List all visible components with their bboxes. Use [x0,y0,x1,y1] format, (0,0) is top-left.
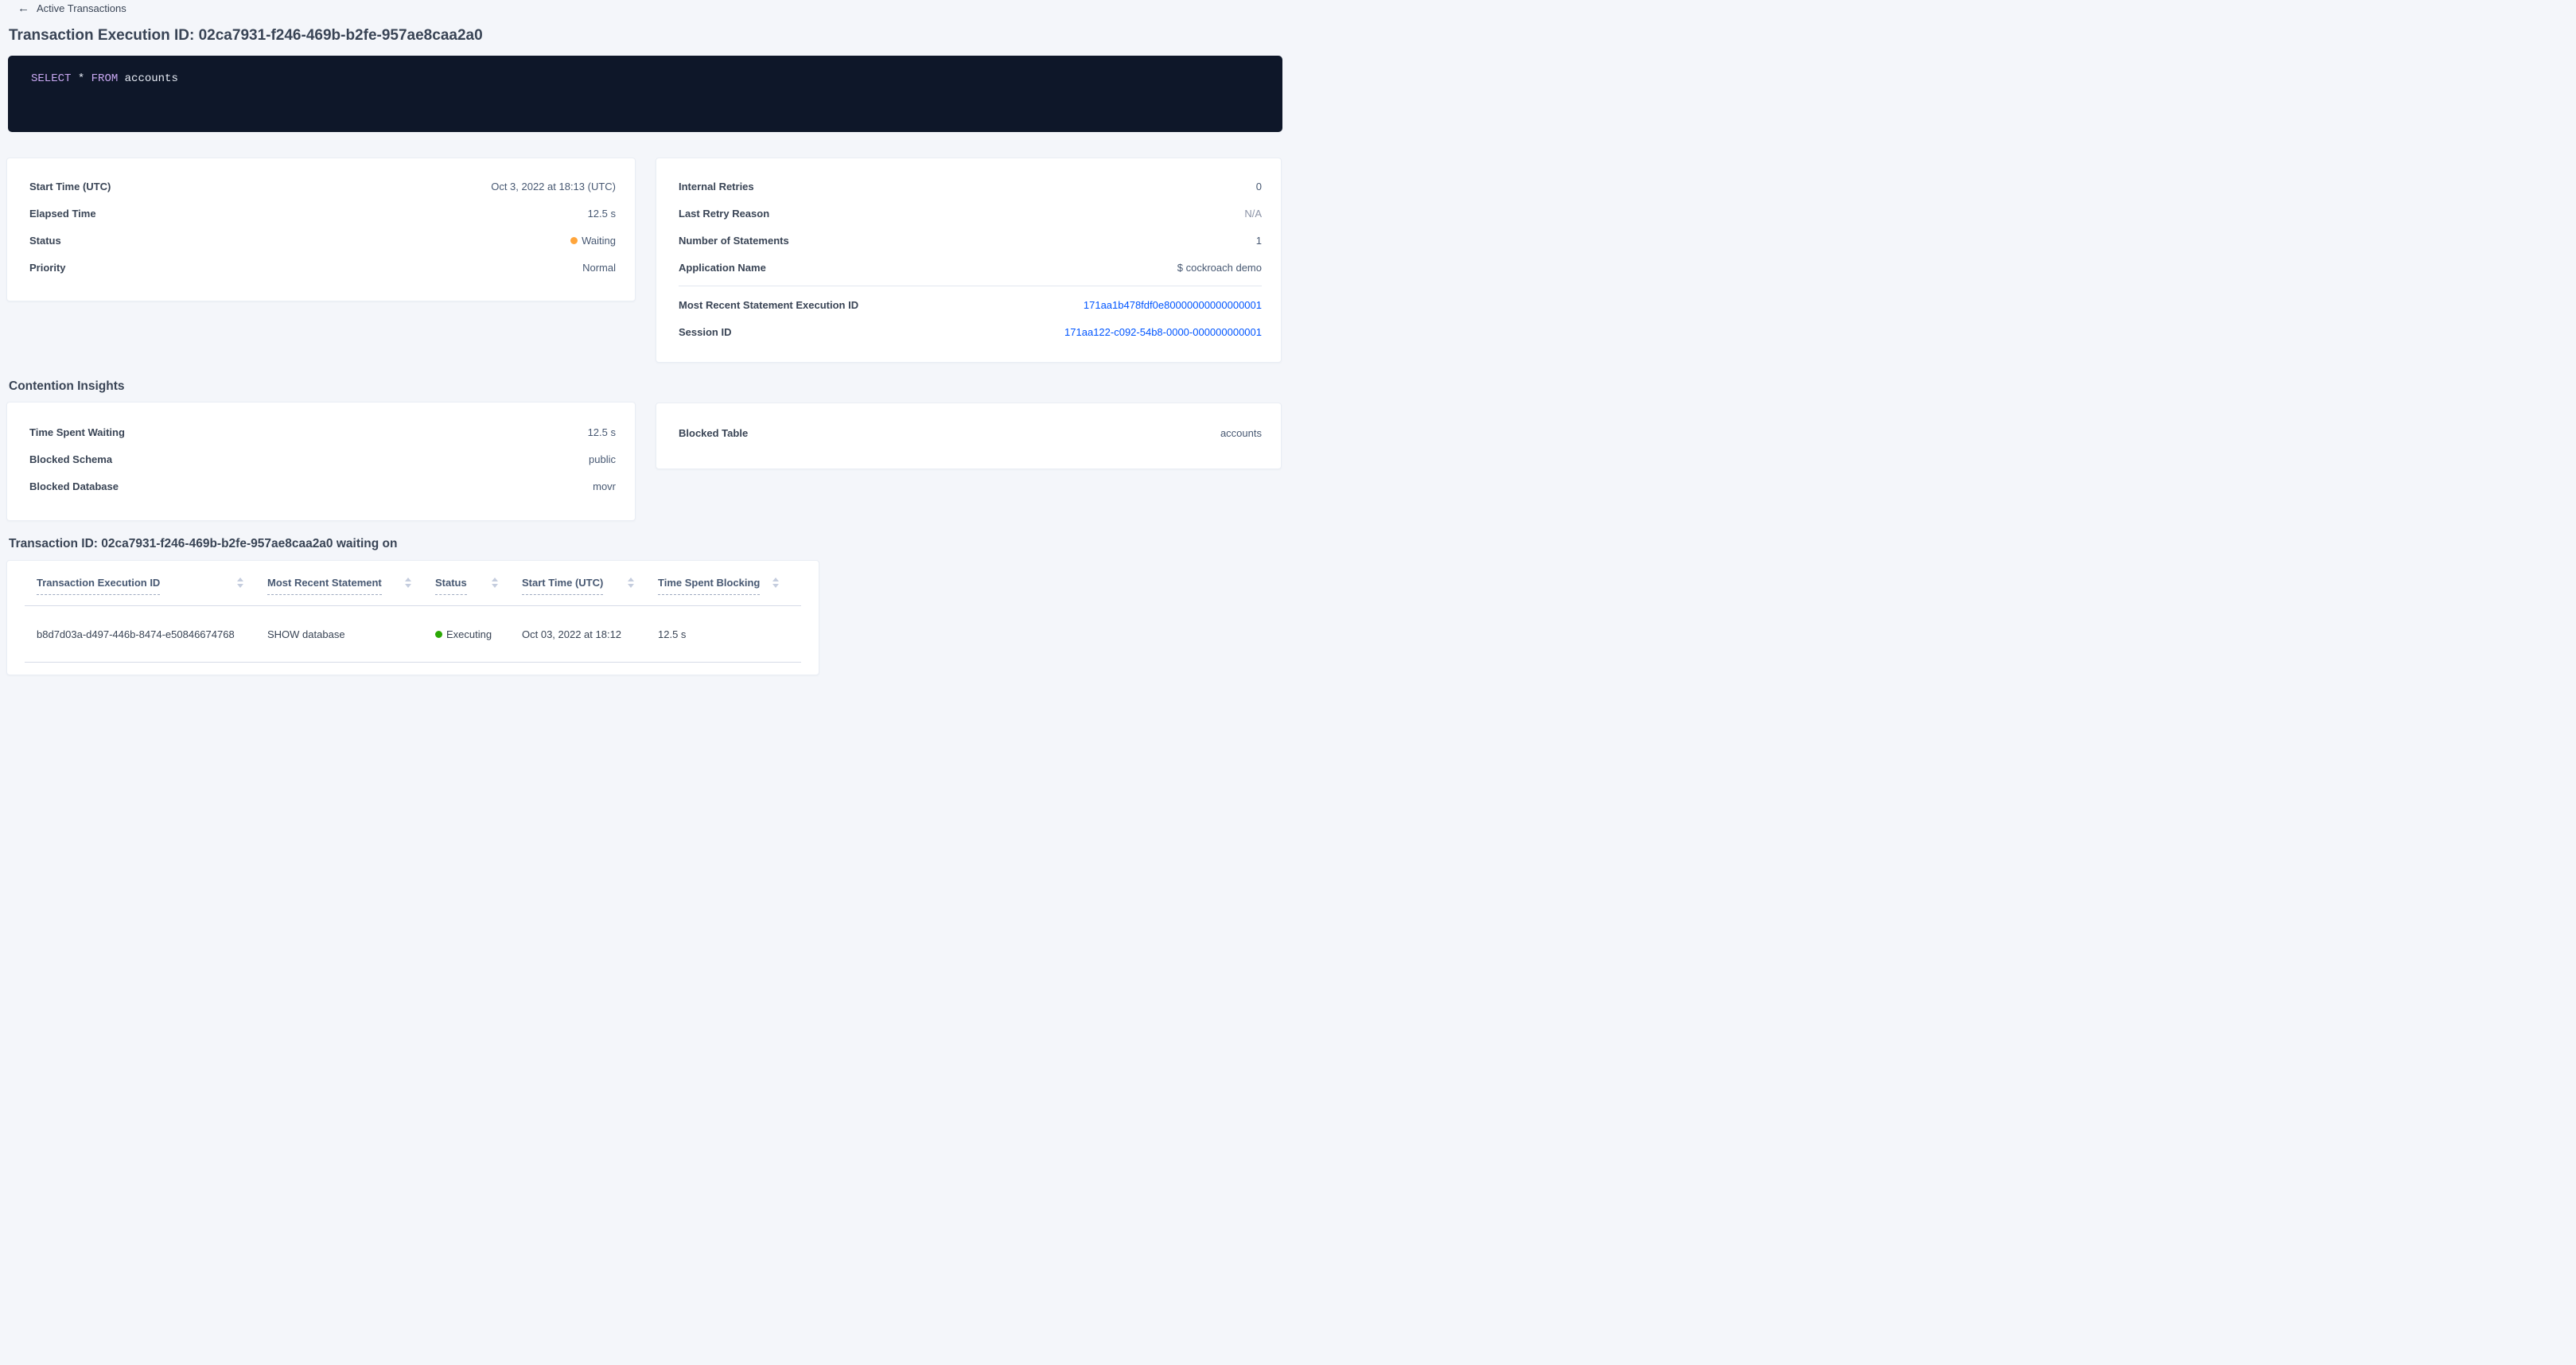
breadcrumb-back-link[interactable]: ← Active Transactions [18,2,126,14]
transaction-overview-card: Start Time (UTC) Oct 3, 2022 at 18:13 (U… [6,158,636,301]
summary-row-time-spent-waiting: Time Spent Waiting 12.5 s [29,418,616,445]
sql-keyword-from: FROM [91,72,119,85]
sort-icon[interactable] [405,578,411,588]
statement-execution-id-link[interactable]: 171aa1b478fdf0e80000000000000001 [1084,299,1262,311]
summary-row-application-name: Application Name $ cockroach demo [679,254,1262,281]
waiting-on-heading: Transaction ID: 02ca7931-f246-469b-b2fe-… [9,537,398,551]
summary-row-number-of-statements: Number of Statements 1 [679,227,1262,254]
status-badge: Waiting [570,235,616,247]
row-label: Application Name [679,262,766,274]
transaction-details-page: ← Active Transactions Transaction Execut… [0,0,1288,682]
cell-most-recent-statement: SHOW database [267,628,435,640]
summary-row-session-id: Session ID 171aa122-c092-54b8-0000-00000… [679,318,1262,345]
column-header-label[interactable]: Time Spent Blocking [658,577,760,595]
row-label: Blocked Table [679,427,748,439]
summary-row-elapsed-time: Elapsed Time 12.5 s [29,200,616,227]
row-label: Elapsed Time [29,208,96,220]
row-label: Blocked Database [29,480,119,492]
session-id-link[interactable]: 171aa122-c092-54b8-0000-000000000001 [1064,326,1262,338]
sort-icon[interactable] [628,578,634,588]
sql-star: * [71,72,91,85]
row-label: Priority [29,262,66,274]
blocked-table-card: Blocked Table accounts [656,402,1282,469]
column-header-most-recent-statement[interactable]: Most Recent Statement [267,577,435,605]
row-value: public [589,453,616,465]
row-label: Internal Retries [679,181,754,192]
cell-status: Executing [435,628,522,640]
table-header-row: Transaction Execution ID Most Recent Sta… [7,561,819,605]
table-row: b8d7d03a-d497-446b-8474-e50846674768 SHO… [7,606,819,662]
row-value: $ cockroach demo [1177,262,1262,274]
row-value: Normal [582,262,616,274]
sql-table-name: accounts [118,72,178,85]
row-label: Blocked Schema [29,453,112,465]
contention-insights-heading: Contention Insights [9,379,125,394]
column-header-time-spent-blocking[interactable]: Time Spent Blocking [658,577,803,605]
row-label: Start Time (UTC) [29,181,111,192]
status-executing-dot [435,631,442,638]
sort-icon[interactable] [237,578,243,588]
sql-keyword-select: SELECT [31,72,71,85]
row-label: Time Spent Waiting [29,426,125,438]
summary-row-statement-execution-id: Most Recent Statement Execution ID 171aa… [679,291,1262,318]
status-text: Executing [446,628,492,640]
row-label: Last Retry Reason [679,208,769,220]
status-waiting-dot [570,237,578,244]
column-header-label[interactable]: Transaction Execution ID [37,577,160,595]
row-value: 12.5 s [588,208,616,220]
sql-statement-box: SELECT * FROM accounts [8,56,1282,132]
breadcrumb-label: Active Transactions [37,2,126,14]
row-value: 1 [1256,235,1262,247]
sort-icon[interactable] [492,578,498,588]
summary-row-start-time: Start Time (UTC) Oct 3, 2022 at 18:13 (U… [29,173,616,200]
table-row-divider [25,662,801,663]
summary-row-internal-retries: Internal Retries 0 [679,173,1262,200]
status-text: Waiting [582,235,616,247]
cell-time-spent-blocking: 12.5 s [658,628,803,640]
column-header-transaction-execution-id[interactable]: Transaction Execution ID [37,577,267,605]
contention-details-card: Time Spent Waiting 12.5 s Blocked Schema… [6,402,636,521]
cell-transaction-execution-id: b8d7d03a-d497-446b-8474-e50846674768 [37,628,267,640]
column-header-label[interactable]: Most Recent Statement [267,577,382,595]
row-label: Status [29,235,61,247]
transaction-details-card: Internal Retries 0 Last Retry Reason N/A… [656,158,1282,363]
sort-icon[interactable] [772,578,779,588]
row-value: 0 [1256,181,1262,192]
row-value: 12.5 s [588,426,616,438]
summary-row-blocked-table: Blocked Table accounts [679,419,1262,446]
column-header-label[interactable]: Status [435,577,467,595]
row-label: Number of Statements [679,235,789,247]
cell-start-time: Oct 03, 2022 at 18:12 [522,628,658,640]
row-value: accounts [1220,427,1262,439]
row-label: Session ID [679,326,731,338]
row-value: N/A [1244,208,1262,220]
row-value: Oct 3, 2022 at 18:13 (UTC) [491,181,616,192]
summary-row-priority: Priority Normal [29,254,616,281]
sql-statement: SELECT * FROM accounts [8,56,1282,85]
summary-row-status: Status Waiting [29,227,616,254]
page-title: Transaction Execution ID: 02ca7931-f246-… [9,27,483,45]
summary-row-last-retry-reason: Last Retry Reason N/A [679,200,1262,227]
back-arrow-icon: ← [18,2,29,14]
column-header-label[interactable]: Start Time (UTC) [522,577,603,595]
row-value: movr [593,480,616,492]
waiting-on-table: Transaction Execution ID Most Recent Sta… [6,560,819,675]
column-header-status[interactable]: Status [435,577,522,605]
summary-row-blocked-database: Blocked Database movr [29,472,616,500]
row-label: Most Recent Statement Execution ID [679,299,858,311]
column-header-start-time[interactable]: Start Time (UTC) [522,577,658,605]
summary-row-blocked-schema: Blocked Schema public [29,445,616,472]
